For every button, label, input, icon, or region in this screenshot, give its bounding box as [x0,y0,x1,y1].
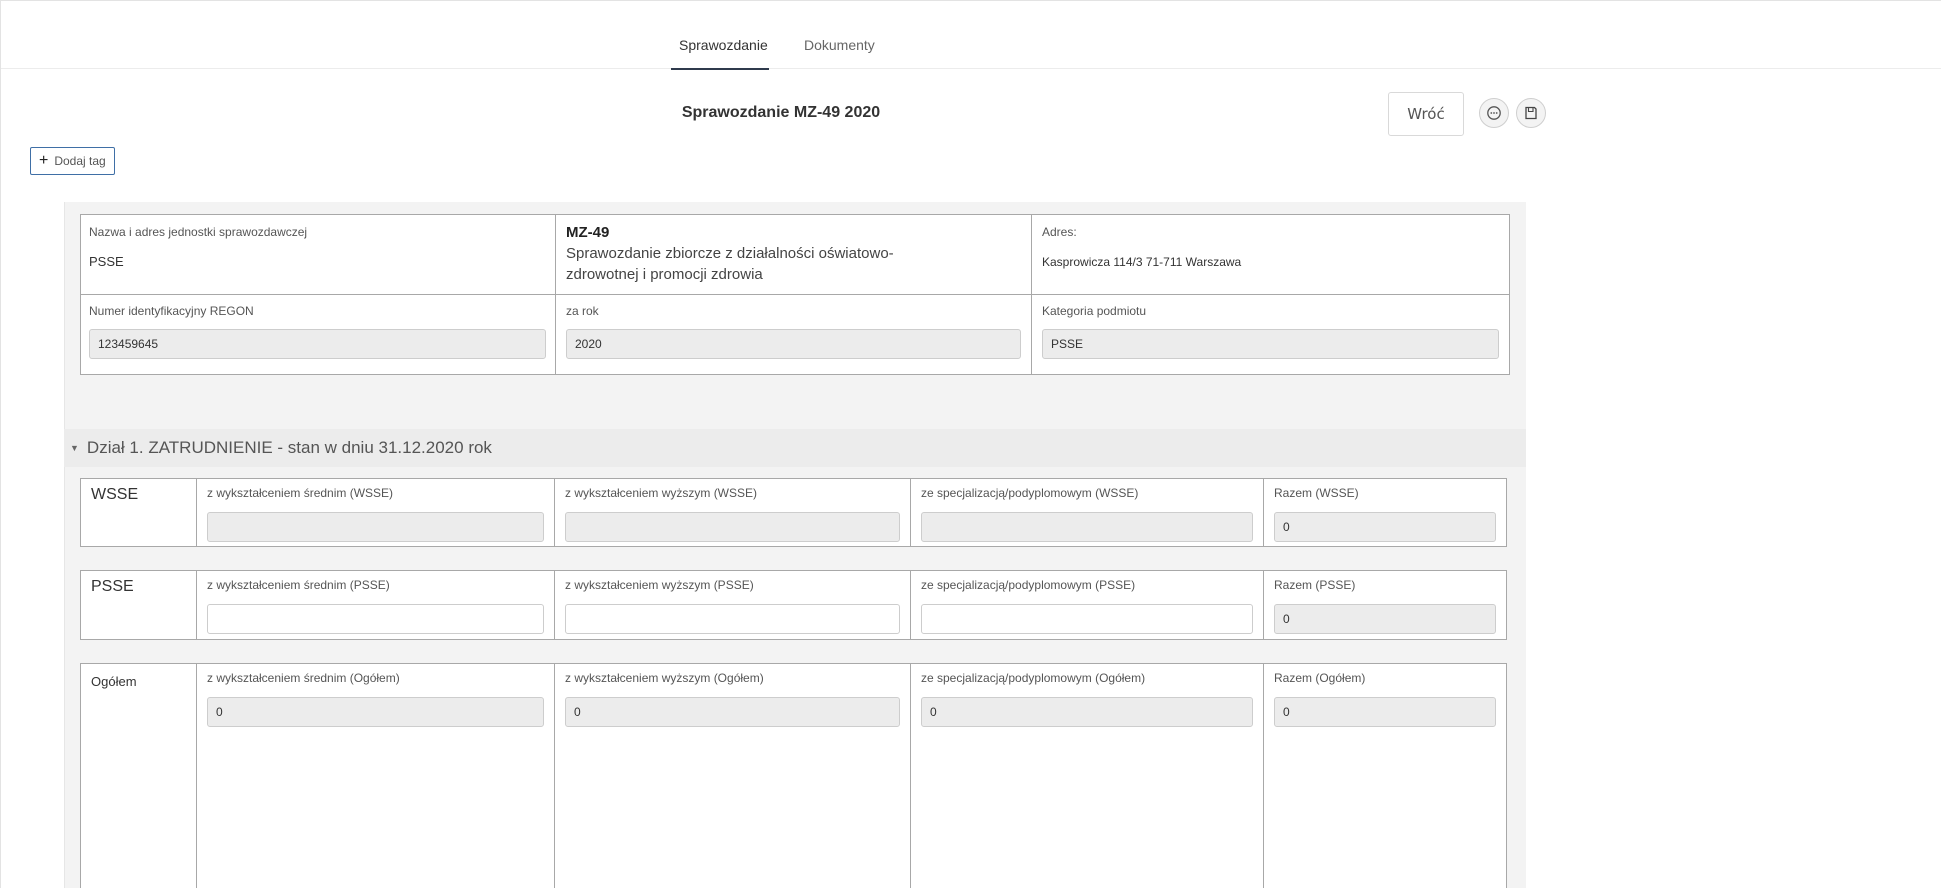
category-label: Kategoria podmiotu [1042,304,1147,318]
caret-down-icon: ▼ [70,443,79,453]
psse-total-field: 0 [1274,604,1496,634]
row-name: Ogółem [91,674,137,689]
field-label: ze specjalizacją/podyplomowym (Ogółem) [921,671,1146,685]
field-label: ze specjalizacją/podyplomowym (WSSE) [921,486,1139,500]
wsse-secondary-field [207,512,544,542]
field-label: ze specjalizacją/podyplomowym (PSSE) [921,578,1136,592]
total-higher-field: 0 [565,697,900,727]
row-name: PSSE [91,578,134,595]
field-cell: Razem (PSSE) 0 [1263,571,1506,639]
field-label: z wykształceniem średnim (PSSE) [207,578,390,592]
field-cell: z wykształceniem średnim (PSSE) [196,571,554,639]
wsse-specialization-field [921,512,1253,542]
form-header-table: Nazwa i adres jednostki sprawozdawczej P… [80,214,1510,375]
tab-bar: Sprawozdanie Dokumenty [1,1,1941,70]
comment-button[interactable] [1479,98,1509,128]
field-label: Razem (PSSE) [1274,578,1356,592]
add-tag-label: Dodaj tag [54,154,106,168]
psse-specialization-input[interactable] [921,604,1253,634]
year-field: 2020 [566,329,1021,359]
field-label: z wykształceniem wyższym (Ogółem) [565,671,764,685]
field-label: z wykształceniem wyższym (PSSE) [565,578,754,592]
add-tag-button[interactable]: + Dodaj tag [30,147,115,175]
regon-field: 123459645 [89,329,546,359]
comment-icon [1487,106,1501,120]
section-1-header[interactable]: ▼ Dział 1. ZATRUDNIENIE - stan w dniu 31… [64,429,1526,467]
app-frame: Sprawozdanie Dokumenty Sprawozdanie MZ-4… [0,0,1941,888]
field-label: z wykształceniem wyższym (WSSE) [565,486,758,500]
wsse-total-field: 0 [1274,512,1496,542]
year-cell: za rok 2020 [555,294,1032,375]
field-cell: ze specjalizacją/podyplomowym (PSSE) [910,571,1263,639]
page-title: Sprawozdanie MZ-49 2020 [681,104,881,121]
field-label: Razem (WSSE) [1274,486,1359,500]
back-button[interactable]: Wróć [1388,92,1464,136]
unit-label: Nazwa i adres jednostki sprawozdawczej [89,225,308,239]
category-cell: Kategoria podmiotu PSSE [1031,294,1510,375]
form-title-cell: MZ-49 Sprawozdanie zbiorcze z działalnoś… [555,214,1032,295]
field-cell: ze specjalizacją/podyplomowym (WSSE) [910,479,1263,546]
field-label: z wykształceniem średnim (Ogółem) [207,671,400,685]
field-label: Razem (Ogółem) [1274,671,1366,685]
total-secondary-field: 0 [207,697,544,727]
field-cell: z wykształceniem średnim (WSSE) [196,479,554,546]
address-value: Kasprowicza 114/3 71-711 Warszawa [1042,255,1242,269]
field-cell: z wykształceniem wyższym (Ogółem) 0 [554,664,910,888]
form-code: MZ-49 [566,224,610,241]
tab-dokumenty[interactable]: Dokumenty [804,37,875,53]
field-cell: z wykształceniem średnim (Ogółem) 0 [196,664,554,888]
row-psse: PSSE z wykształceniem średnim (PSSE) z w… [80,570,1507,640]
unit-value: PSSE [89,254,124,269]
save-icon [1525,106,1537,120]
year-label: za rok [566,304,599,318]
field-label: z wykształceniem średnim (WSSE) [207,486,394,500]
wsse-higher-field [565,512,900,542]
psse-higher-input[interactable] [565,604,900,634]
tab-sprawozdanie[interactable]: Sprawozdanie [679,37,768,53]
field-cell: Razem (WSSE) 0 [1263,479,1506,546]
total-total-field: 0 [1274,697,1496,727]
field-cell: z wykształceniem wyższym (WSSE) [554,479,910,546]
save-button[interactable] [1516,98,1546,128]
category-field: PSSE [1042,329,1499,359]
regon-label: Numer identyfikacyjny REGON [89,304,254,318]
plus-icon: + [39,152,49,169]
active-tab-indicator [671,68,769,70]
field-cell: Razem (Ogółem) 0 [1263,664,1506,888]
row-wsse: WSSE z wykształceniem średnim (WSSE) z w… [80,478,1507,547]
psse-secondary-input[interactable] [207,604,544,634]
field-cell: ze specjalizacją/podyplomowym (Ogółem) 0 [910,664,1263,888]
row-name: WSSE [91,486,139,503]
unit-cell: Nazwa i adres jednostki sprawozdawczej P… [80,214,556,295]
address-cell: Adres: Kasprowicza 114/3 71-711 Warszawa [1031,214,1510,295]
total-specialization-field: 0 [921,697,1253,727]
row-total: Ogółem z wykształceniem średnim (Ogółem)… [80,663,1507,888]
section-1-title: Dział 1. ZATRUDNIENIE - stan w dniu 31.1… [86,438,492,457]
form-description: Sprawozdanie zbiorcze z działalności ośw… [566,245,894,283]
address-label: Adres: [1042,225,1077,239]
regon-cell: Numer identyfikacyjny REGON 123459645 [80,294,556,375]
field-cell: z wykształceniem wyższym (PSSE) [554,571,910,639]
